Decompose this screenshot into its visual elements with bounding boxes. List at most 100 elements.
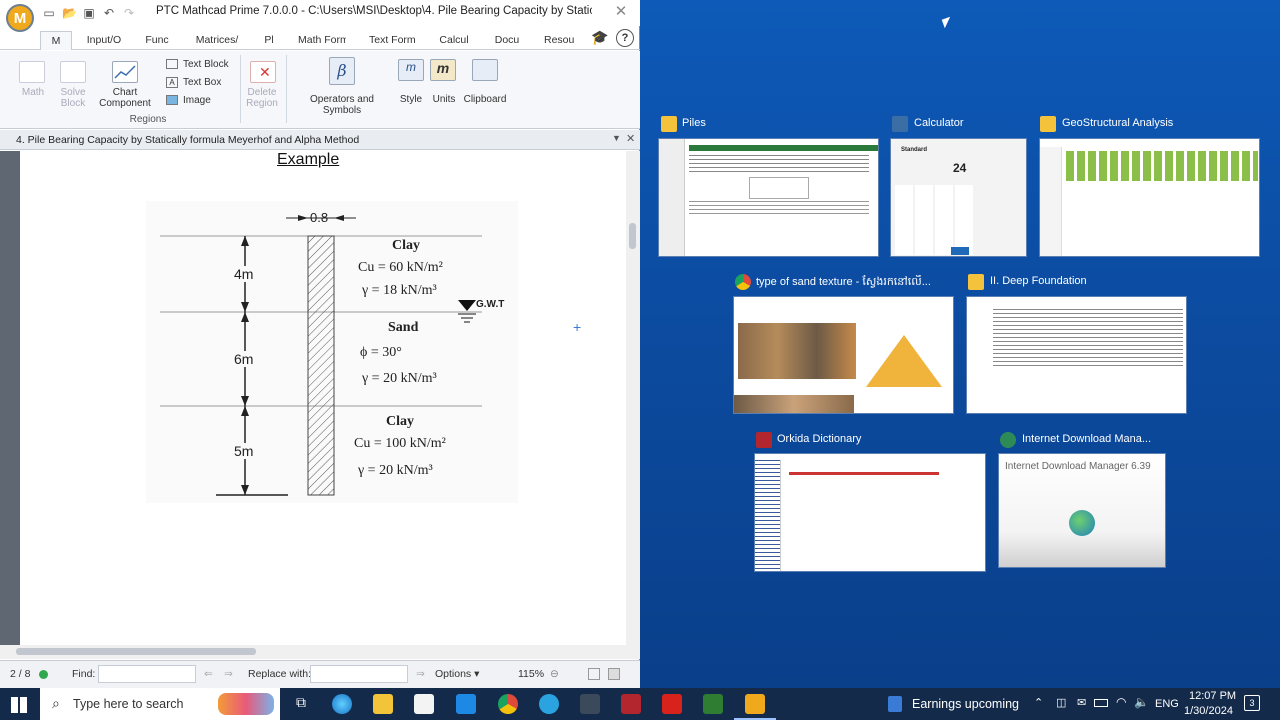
search-box[interactable]: ⌕ Type here to search [40,688,280,720]
save-icon[interactable]: ▣ [82,6,96,20]
page-view-icon[interactable] [588,668,600,680]
horizontal-scrollbar[interactable] [0,645,640,659]
thumbnail-text [689,201,869,217]
graduation-cap-icon[interactable]: 🎓 [590,29,610,47]
window-thumbnail-piles[interactable] [658,138,879,257]
dictionary-taskbar-icon[interactable] [621,694,641,714]
mail-icon[interactable] [456,694,476,714]
search-highlight-icon[interactable] [218,693,274,715]
window-thumbnail-deep-foundation[interactable] [966,296,1187,414]
tab-matrices[interactable]: Matrices/ [194,31,240,50]
chart-icon [112,61,138,83]
tray-meet-icon[interactable]: ◫ [1056,696,1066,709]
tab-math[interactable]: M [40,31,72,50]
style-button[interactable]: Style [394,94,428,105]
news-widget-icon[interactable] [888,696,902,712]
document-tab[interactable]: 4. Pile Bearing Capacity by Statically f… [0,130,640,150]
text-box-button[interactable]: A Text Box [166,77,236,88]
thumbnail-image-grid [738,323,856,379]
mathcad-taskbar-icon[interactable] [745,694,765,714]
tab-dropdown-icon[interactable]: ▼ [612,133,621,143]
news-widget-label[interactable]: Earnings upcoming [912,697,1019,711]
thumbnail-chart [749,177,809,199]
math-button[interactable]: Math [14,87,52,98]
replace-next-icon[interactable]: ⇒ [416,668,425,680]
calculator-taskbar-icon[interactable] [580,694,600,714]
find-input[interactable] [98,665,196,683]
scroll-thumb[interactable] [16,648,256,655]
wifi-icon[interactable]: ◠ [1116,695,1126,709]
excel-like-icon[interactable] [703,694,723,714]
tab-text-formatting[interactable]: Text Form [369,31,415,50]
window-thumbnail-idm[interactable]: Internet Download Manager 6.39 [998,453,1166,568]
operators-symbols-button[interactable]: Operators and Symbols [292,94,392,116]
options-dropdown[interactable]: Options ▾ [435,668,479,680]
soil-property: Cu = 60 kN/m² [358,260,443,275]
image-icon [166,95,178,106]
units-button[interactable]: Units [428,94,460,105]
language-indicator[interactable]: ENG [1155,698,1179,710]
zoom-out-icon[interactable]: ⊖ [550,668,559,680]
undo-icon[interactable]: ↶ [102,6,116,20]
edge-icon[interactable] [332,694,352,714]
text-block-button[interactable]: Text Block [166,59,236,70]
vertical-scrollbar[interactable] [626,151,640,645]
find-next-icon[interactable]: ⇒ [224,668,233,680]
tray-mail-icon[interactable]: ✉ [1077,696,1086,709]
calc-keypad [895,185,975,255]
tab-math-formatting[interactable]: Math Form [298,31,346,50]
tray-chevron-icon[interactable]: ⌃ [1034,696,1043,709]
soil-property: γ = 20 kN/m³ [362,371,437,386]
chrome-taskbar-icon[interactable] [498,694,518,714]
soil-property: γ = 20 kN/m³ [358,463,433,478]
scroll-thumb[interactable] [629,223,636,249]
units-icon: m [430,59,456,81]
folder-icon [1040,116,1056,132]
idm-globe-icon [1069,510,1095,536]
mathcad-window: M ▭ 📂 ▣ ↶ ↷ PTC Mathcad Prime 7.0.0.0 - … [0,0,640,688]
tab-resources[interactable]: Resou [544,31,574,50]
telegram-icon[interactable] [539,694,559,714]
draft-view-icon[interactable] [608,668,620,680]
open-folder-icon[interactable]: 📂 [62,6,77,20]
window-thumbnail-orkida[interactable] [754,453,986,572]
file-explorer-icon[interactable] [373,694,393,714]
close-document-icon[interactable]: ✕ [626,132,635,145]
image-button[interactable]: Image [166,95,236,106]
clipboard-button[interactable]: Clipboard [462,94,508,105]
notification-icon[interactable]: 3 [1244,695,1260,711]
tab-calculation[interactable]: Calcul [438,31,470,50]
window-thumbnail-calculator[interactable]: Standard 24 [890,138,1027,257]
beta-operators-icon: β [329,57,355,85]
new-file-icon[interactable]: ▭ [42,6,56,20]
chart-component-button[interactable]: Chart Component [96,87,154,109]
soil-type-label: Sand [388,320,419,335]
windows-start-icon[interactable] [11,697,27,713]
battery-icon[interactable] [1094,699,1108,707]
window-title-chrome: type of sand texture - ស្វែងរកនៅលើ... [756,276,931,288]
calc-mode-label: Standard [901,147,928,153]
tab-plots[interactable]: Pl [262,31,276,50]
close-window-button[interactable]: ✕ [612,3,630,21]
pile-width-label: 0.8 [310,210,329,225]
task-view-icon[interactable]: ⧉ [291,694,311,714]
status-ok-icon [39,670,48,679]
window-thumbnail-chrome[interactable] [733,296,954,414]
volume-icon[interactable]: 🔈 [1134,695,1149,709]
clock-date[interactable]: 1/30/2024 [1184,705,1233,717]
find-prev-icon[interactable]: ⇐ [204,668,213,680]
tab-document[interactable]: Docu [492,31,522,50]
replace-input[interactable] [310,665,408,683]
redo-icon[interactable]: ↷ [122,6,136,20]
store-icon[interactable] [414,694,434,714]
page-heading: Example [277,151,340,168]
solve-block-button[interactable]: Solve Block [56,87,90,109]
tab-input-output[interactable]: Input/O [84,31,124,50]
worksheet-page[interactable]: Example 0.8 4m 6m 5m Clay Cu = 60 kN/m² … [20,151,626,645]
tab-functions[interactable]: Func [142,31,172,50]
acrobat-icon[interactable] [662,694,682,714]
help-button[interactable]: ? [616,29,634,47]
window-thumbnail-geostructural[interactable] [1039,138,1260,257]
delete-region-button[interactable]: Delete Region [243,87,281,109]
clock-time[interactable]: 12:07 PM [1189,690,1236,702]
